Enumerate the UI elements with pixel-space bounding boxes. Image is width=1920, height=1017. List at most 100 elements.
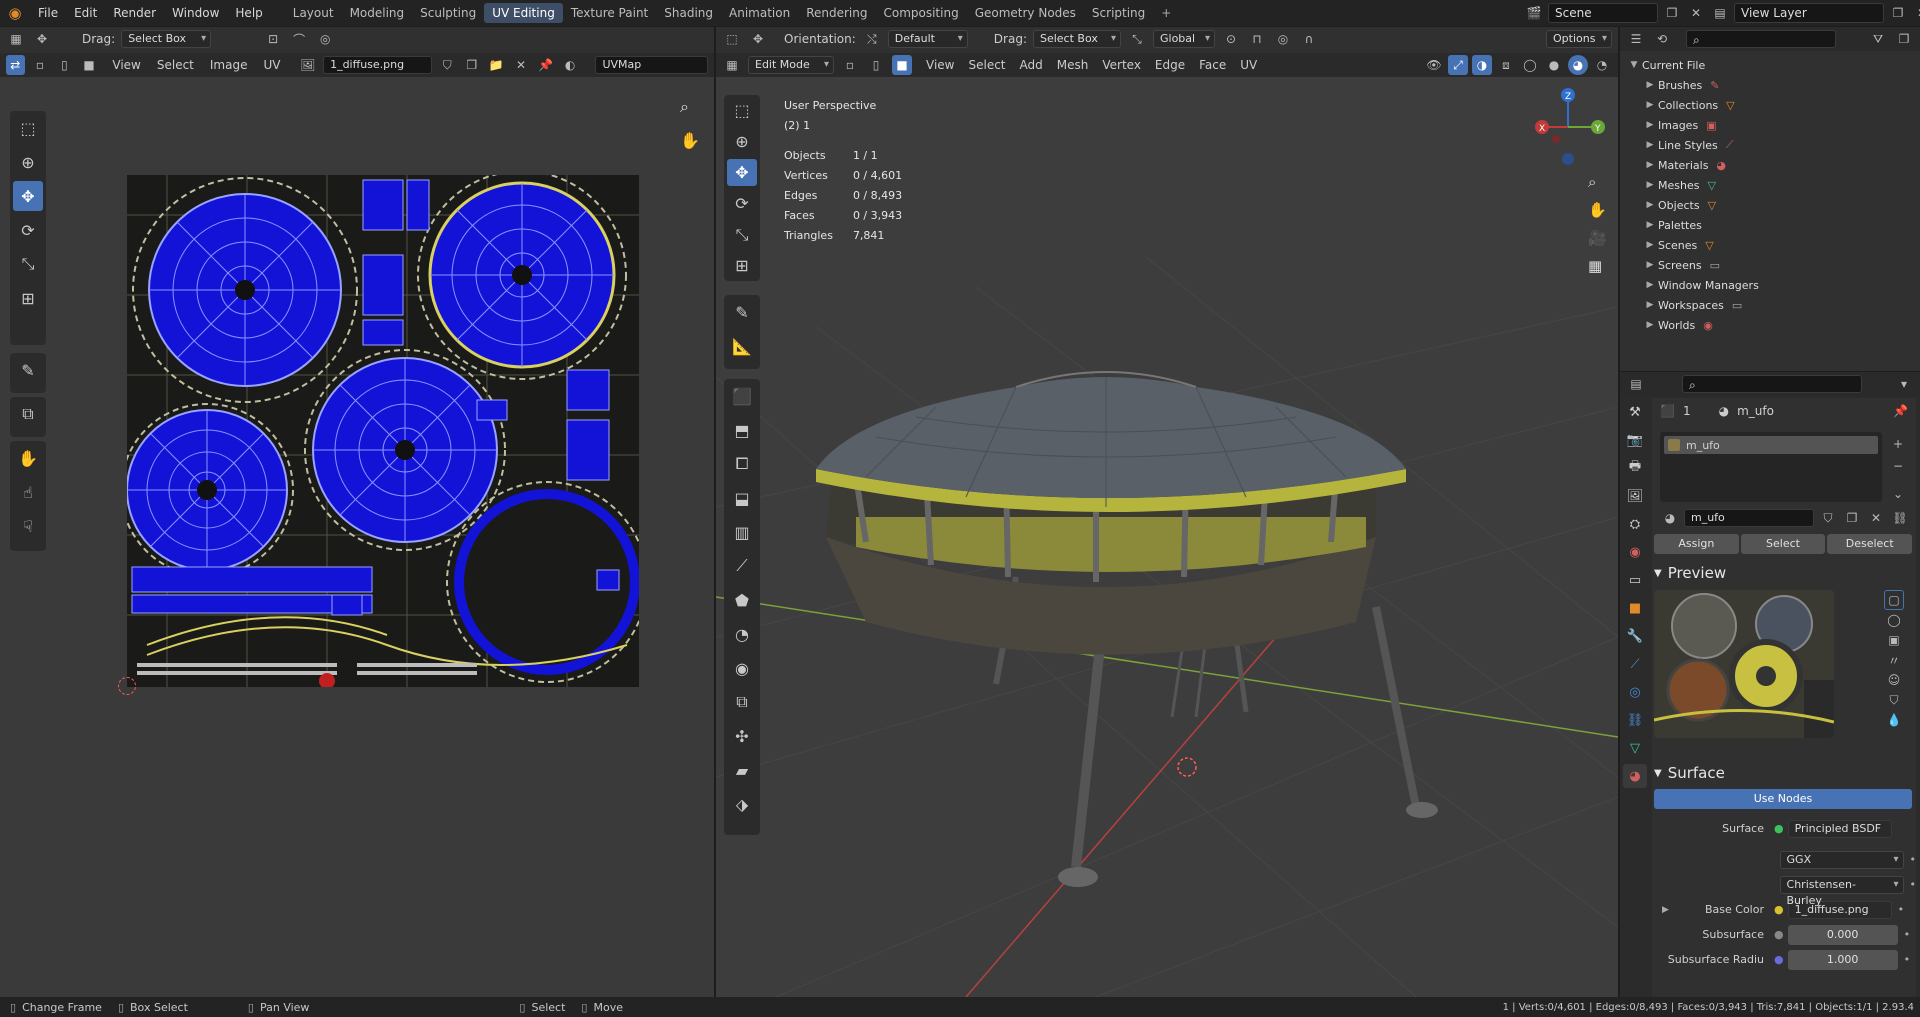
preview-section-header[interactable]: ▼ Preview: [1654, 560, 1726, 586]
xray-icon[interactable]: ⧈: [1496, 55, 1516, 75]
material-link-icon[interactable]: ⛓: [1890, 508, 1910, 528]
particles-tab-icon[interactable]: ⟋: [1623, 652, 1647, 676]
outliner-item-palettes[interactable]: ▶ Palettes: [1642, 215, 1916, 235]
visibility-icon[interactable]: 👁: [1424, 55, 1444, 75]
vp-select-tool-icon[interactable]: ⬚: [727, 97, 757, 124]
2d-cursor-icon[interactable]: [118, 677, 136, 695]
vp-zoom-icon[interactable]: ⌕: [1588, 173, 1607, 191]
shrink-tool-icon[interactable]: ✣: [727, 721, 757, 751]
transform-tool-icon[interactable]: ⊞: [13, 283, 43, 313]
falloff-icon[interactable]: ∩: [1299, 29, 1319, 49]
fake-user-icon[interactable]: ⛉: [438, 55, 457, 75]
scene-tab-icon[interactable]: ⛭: [1623, 512, 1647, 536]
gizmo-icon[interactable]: ⤢: [1448, 55, 1468, 75]
solid-shading-icon[interactable]: ●: [1544, 55, 1564, 75]
select-box-tool-icon[interactable]: ⬚: [13, 113, 43, 143]
move-tool-icon[interactable]: ✥: [13, 181, 43, 211]
preview-fluid-icon[interactable]: 💧: [1884, 710, 1904, 730]
transform-orientation-dropdown[interactable]: Global: [1152, 30, 1215, 48]
subsurface-value[interactable]: 0.000: [1787, 924, 1898, 945]
pivot-point-icon[interactable]: ⊙: [1221, 29, 1241, 49]
outliner-item-materials[interactable]: ▶ Materials ◕: [1642, 155, 1916, 175]
uv-menu-image[interactable]: Image: [210, 58, 248, 72]
face-select-icon[interactable]: ■: [80, 55, 99, 75]
tool-tab-icon[interactable]: ⚒: [1623, 400, 1647, 424]
material-slot[interactable]: m_ufo: [1664, 436, 1878, 454]
viewport-drag-dropdown[interactable]: Select Box: [1032, 30, 1121, 48]
pivot-icon[interactable]: ⊡: [263, 29, 283, 49]
vp-move-tool-icon[interactable]: ✥: [727, 159, 757, 186]
vp-pan-icon[interactable]: ✋: [1588, 201, 1607, 219]
move-tool-icon[interactable]: ✥: [32, 29, 52, 49]
rip-region-tool-icon[interactable]: ⬗: [727, 789, 757, 819]
tab-geometry-nodes[interactable]: Geometry Nodes: [967, 3, 1084, 23]
mode-dropdown[interactable]: Edit Mode: [748, 56, 834, 74]
tab-uv-editing[interactable]: UV Editing: [484, 3, 563, 23]
snap-toggle-icon[interactable]: ⊓: [1247, 29, 1267, 49]
uv-canvas[interactable]: ⬚ ⊕ ✥ ⟳ ⤡ ⊞ ✎ ⧉ ✋ ☝ ☟ ⌕ ✋: [0, 77, 714, 997]
scale-tool-icon[interactable]: ⤡: [13, 249, 43, 279]
material-shading-icon[interactable]: ◕: [1568, 55, 1588, 75]
measure-tool-icon[interactable]: 📐: [727, 331, 757, 361]
blender-logo-icon[interactable]: ◉: [0, 4, 30, 22]
orientation-icon[interactable]: ⤭: [862, 29, 882, 49]
orientation-dropdown[interactable]: Default: [887, 30, 968, 48]
outliner-item-images[interactable]: ▶ Images ▣: [1642, 115, 1916, 135]
add-workspace-icon[interactable]: +: [1153, 3, 1179, 23]
menu-edit[interactable]: Edit: [66, 6, 105, 20]
edge-select-icon[interactable]: ▯: [55, 55, 74, 75]
edge-mode-icon[interactable]: ▯: [866, 55, 886, 75]
tab-sculpting[interactable]: Sculpting: [412, 3, 484, 23]
scene-field[interactable]: Scene: [1548, 3, 1658, 23]
base-color-expand-icon[interactable]: ▶: [1662, 905, 1669, 915]
vp-rotate-tool-icon[interactable]: ⟳: [727, 190, 757, 217]
menu-render[interactable]: Render: [105, 6, 164, 20]
rendered-shading-icon[interactable]: ◔: [1592, 55, 1612, 75]
preview-cube-icon[interactable]: ▣: [1884, 630, 1904, 650]
editor-type-icon[interactable]: ▦: [6, 29, 26, 49]
new-image-icon[interactable]: ❐: [463, 55, 482, 75]
preview-cloth-icon[interactable]: ⛉: [1884, 690, 1904, 710]
image-name-field[interactable]: 1_diffuse.png: [323, 56, 432, 74]
output-tab-icon[interactable]: 🖶: [1623, 456, 1647, 480]
filter-icon[interactable]: ⛛: [1868, 29, 1888, 49]
slot-specials-icon[interactable]: ⌄: [1888, 484, 1908, 504]
navigation-gizmo[interactable]: Z Y X: [1528, 87, 1608, 167]
tab-shading[interactable]: Shading: [656, 3, 721, 23]
new-view-layer-icon[interactable]: ❐: [1888, 3, 1908, 23]
3d-cursor-icon[interactable]: [1177, 757, 1197, 777]
outliner-item-workspaces[interactable]: ▶ Workspaces ▭: [1642, 295, 1916, 315]
vp-scale-tool-icon[interactable]: ⤡: [727, 221, 757, 248]
assign-button[interactable]: Assign: [1654, 534, 1739, 554]
delete-view-layer-icon[interactable]: ✕: [1912, 3, 1920, 23]
data-tab-icon[interactable]: ▽: [1623, 736, 1647, 760]
vp-menu-add[interactable]: Add: [1020, 58, 1043, 72]
uv-menu-uv[interactable]: UV: [263, 58, 280, 72]
tab-animation[interactable]: Animation: [721, 3, 798, 23]
material-unlink-icon[interactable]: ✕: [1866, 508, 1886, 528]
new-scene-icon[interactable]: ❐: [1662, 3, 1682, 23]
shear-tool-icon[interactable]: ▰: [727, 755, 757, 785]
vp-transform-tool-icon[interactable]: ⊞: [727, 252, 757, 279]
viewport-editor-type-icon[interactable]: ⬚: [722, 29, 742, 49]
use-nodes-button[interactable]: Use Nodes: [1654, 789, 1912, 809]
vp-menu-uv[interactable]: UV: [1240, 58, 1257, 72]
outliner-item-screens[interactable]: ▶ Screens ▭: [1642, 255, 1916, 275]
material-copy-icon[interactable]: ❐: [1842, 508, 1862, 528]
display-mode-icon[interactable]: ⟲: [1652, 29, 1672, 49]
outliner-item-worlds[interactable]: ▶ Worlds ◉: [1642, 315, 1916, 335]
tab-layout[interactable]: Layout: [285, 3, 342, 23]
uvmap-field[interactable]: UVMap: [595, 56, 709, 74]
render-tab-icon[interactable]: 📷: [1623, 428, 1647, 452]
ortho-toggle-icon[interactable]: ▦: [1588, 257, 1607, 275]
material-slot-list[interactable]: m_ufo: [1660, 432, 1882, 502]
camera-view-icon[interactable]: 🎥: [1588, 229, 1607, 247]
uv-sync-icon[interactable]: ⇄: [6, 55, 25, 75]
mode-icon[interactable]: ▦: [722, 55, 742, 75]
material-tab-icon[interactable]: ◕: [1623, 764, 1647, 788]
deselect-button[interactable]: Deselect: [1827, 534, 1913, 554]
uv-menu-select[interactable]: Select: [157, 58, 194, 72]
vp-menu-select[interactable]: Select: [968, 58, 1005, 72]
annotate-tool-icon[interactable]: ✎: [13, 355, 43, 385]
material-fake-user-icon[interactable]: ⛉: [1818, 508, 1838, 528]
